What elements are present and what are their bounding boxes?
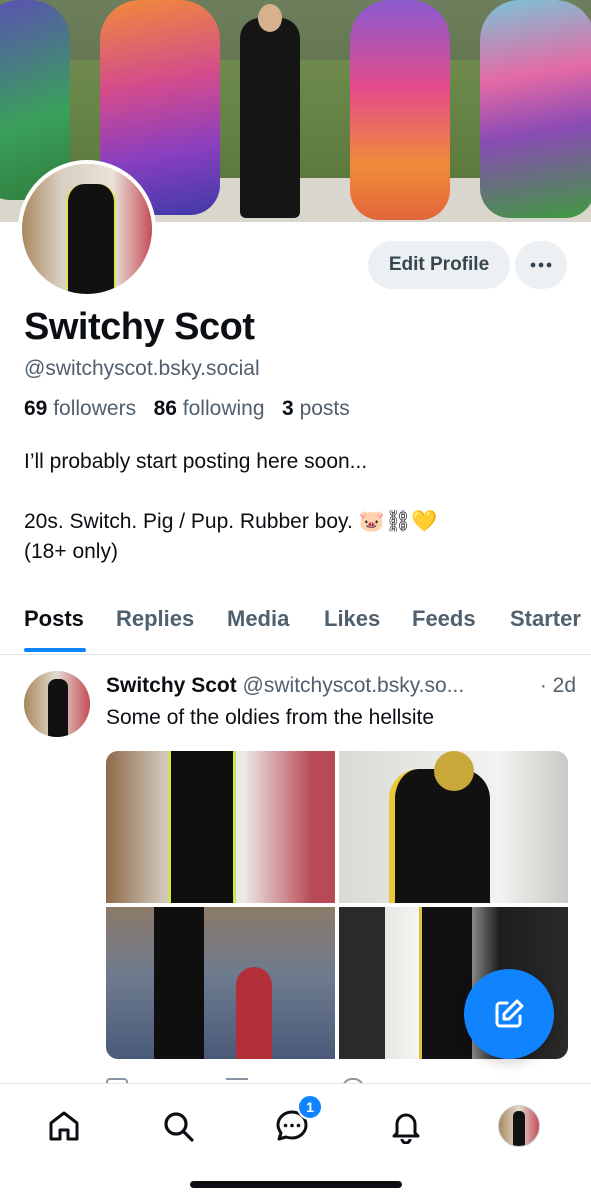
active-tab-indicator xyxy=(24,648,86,652)
nav-notifications[interactable] xyxy=(384,1104,428,1148)
post-text: Some of the oldies from the hellsite xyxy=(106,706,435,729)
tab-feeds[interactable]: Feeds xyxy=(412,606,476,632)
search-icon xyxy=(164,1112,194,1142)
compose-icon xyxy=(495,999,524,1028)
compose-post-button[interactable] xyxy=(464,969,554,1059)
nav-home[interactable] xyxy=(42,1104,86,1148)
profile-handle: @switchyscot.bsky.social xyxy=(24,357,260,380)
image-1-figure xyxy=(168,751,236,903)
tab-replies[interactable]: Replies xyxy=(116,606,194,632)
followers-link[interactable]: 69 followers xyxy=(24,397,136,420)
home-icon xyxy=(49,1111,79,1141)
tab-starter[interactable]: Starter xyxy=(510,606,581,632)
edit-profile-button[interactable]: Edit Profile xyxy=(368,241,510,289)
image-4-figure xyxy=(419,907,472,1059)
bell-icon xyxy=(392,1113,420,1144)
profile-bio: I’ll probably start posting here soon...… xyxy=(24,447,564,567)
nav-profile-avatar xyxy=(498,1105,540,1147)
bio-line-1: I’ll probably start posting here soon... xyxy=(24,450,368,473)
bio-line-2: 20s. Switch. Pig / Pup. Rubber boy. 🐷⛓💛 xyxy=(24,510,438,533)
bio-line-3: (18+ only) xyxy=(24,540,118,563)
nav-profile[interactable] xyxy=(497,1104,541,1148)
nav-avatar-figure xyxy=(513,1111,525,1146)
banner-person xyxy=(240,18,300,218)
display-name: Switchy Scot xyxy=(24,306,255,348)
post-author-avatar[interactable] xyxy=(24,671,90,737)
posts-label: posts xyxy=(299,397,350,420)
profile-stats: 69 followers 86 following 3 posts xyxy=(24,397,350,421)
post-image-2[interactable] xyxy=(339,751,568,903)
tab-likes[interactable]: Likes xyxy=(324,606,380,632)
profile-avatar[interactable] xyxy=(18,160,156,298)
ellipsis-icon xyxy=(530,262,552,268)
banner-person-head xyxy=(258,4,282,32)
tab-media[interactable]: Media xyxy=(227,606,289,632)
image-2-bandana xyxy=(434,751,474,791)
nav-search[interactable] xyxy=(156,1104,200,1148)
following-count: 86 xyxy=(153,397,177,420)
more-options-button[interactable] xyxy=(515,241,567,289)
image-3-figure-2 xyxy=(236,967,272,1059)
chat-unread-badge: 1 xyxy=(297,1094,323,1120)
following-label: following xyxy=(182,397,265,420)
following-link[interactable]: 86 following xyxy=(154,397,265,420)
image-2-figure xyxy=(389,769,490,903)
tab-posts[interactable]: Posts xyxy=(24,606,84,632)
avatar-photo-figure xyxy=(66,184,116,294)
posts-count: 3 xyxy=(282,397,294,420)
post-author-name[interactable]: Switchy Scot xyxy=(106,674,237,697)
followers-count: 69 xyxy=(24,397,48,420)
post-time: · 2d xyxy=(539,674,576,697)
post-image-3[interactable] xyxy=(106,907,335,1059)
post-header: Switchy Scot @switchyscot.bsky.so... · 2… xyxy=(106,674,576,698)
image-3-figure-1 xyxy=(154,907,204,1059)
post-image-1[interactable] xyxy=(106,751,335,903)
posts-stat: 3 posts xyxy=(282,397,350,420)
banner-bear-3 xyxy=(350,0,450,220)
post-author-handle[interactable]: @switchyscot.bsky.so... xyxy=(243,674,465,697)
profile-tabs: Posts Replies Media Likes Feeds Starter xyxy=(0,598,591,655)
banner-bear-4 xyxy=(480,0,591,218)
home-indicator xyxy=(190,1181,402,1188)
post-avatar-figure xyxy=(48,679,68,737)
followers-label: followers xyxy=(53,397,137,420)
